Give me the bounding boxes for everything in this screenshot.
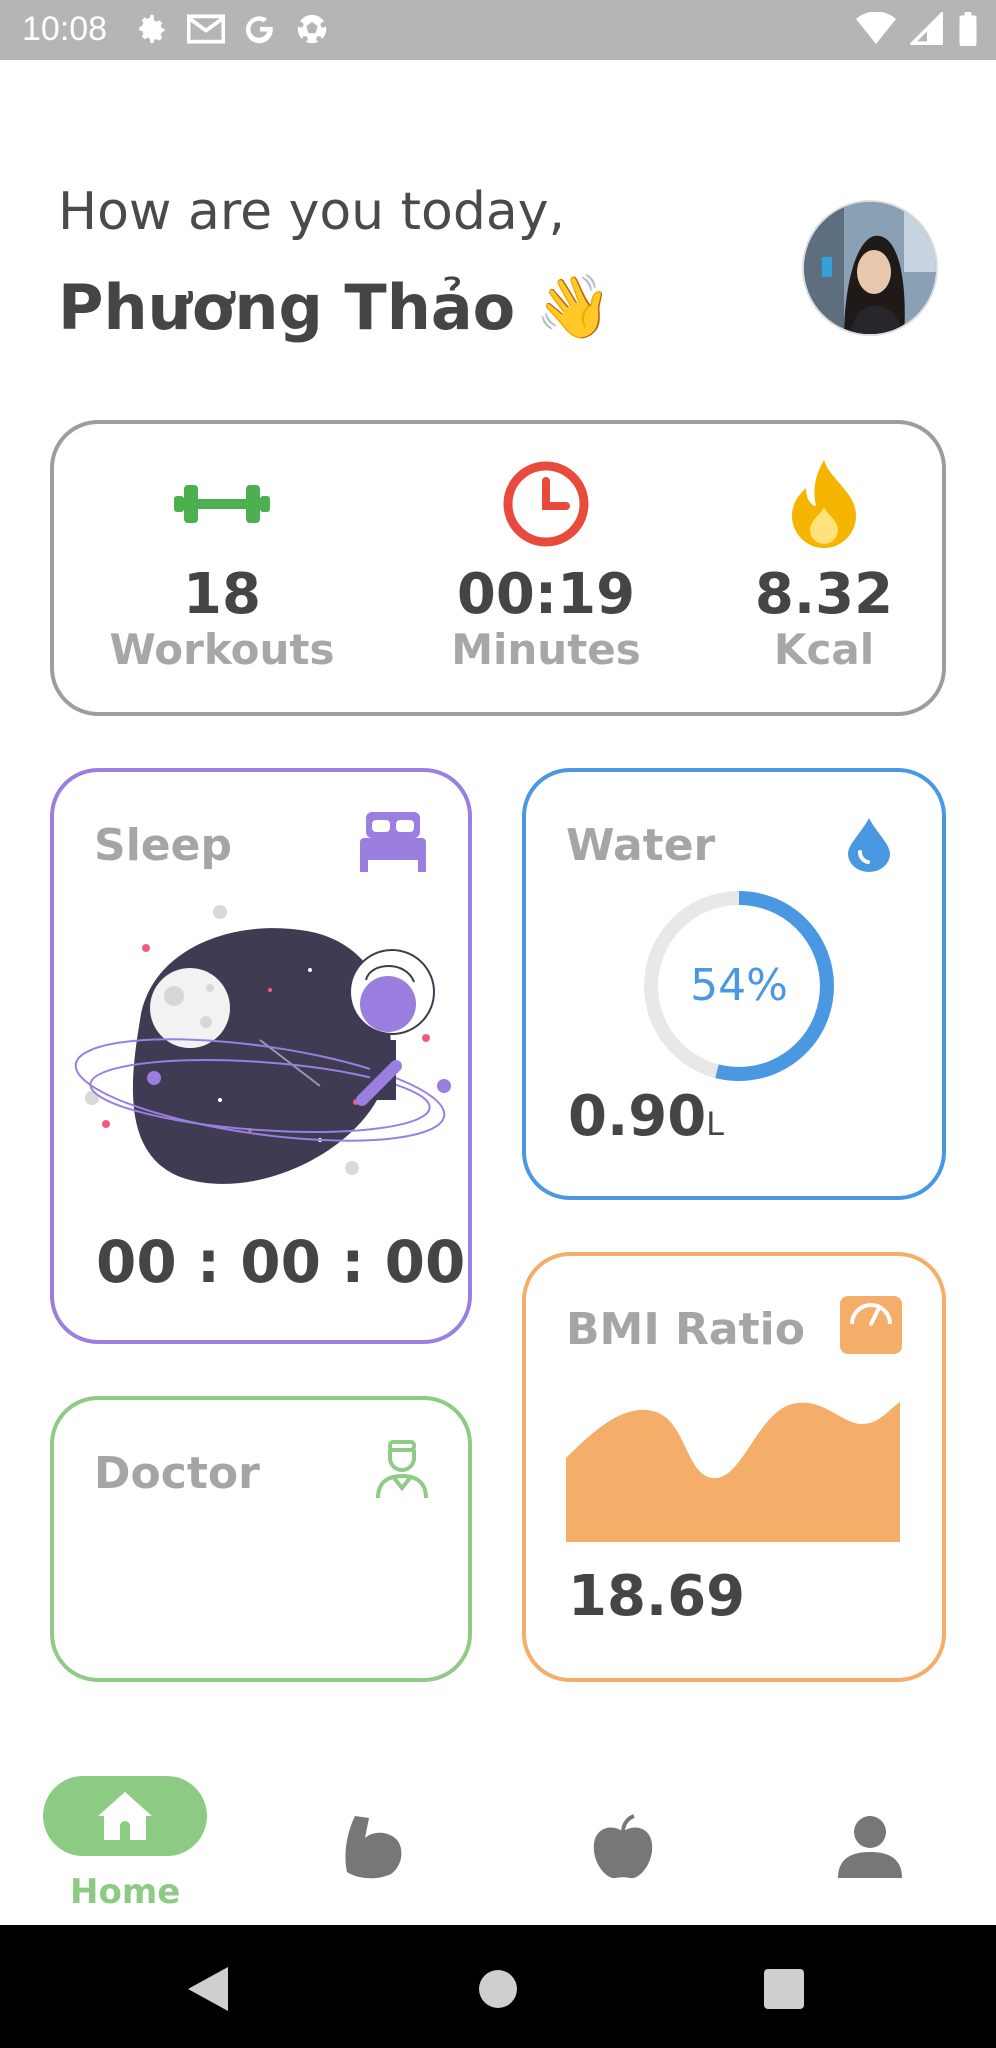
system-navigation-bar (0, 1925, 996, 2048)
clock-icon (503, 461, 589, 547)
nav-workout[interactable] (273, 1756, 473, 1924)
status-bar: 10:08 (0, 0, 996, 60)
bottom-navigation: Home (0, 1756, 996, 1924)
status-notification-icons (135, 12, 329, 46)
minutes-label: Minutes (451, 625, 641, 674)
water-card-title: Water (566, 820, 716, 871)
bmi-value: 18.69 (568, 1564, 746, 1629)
sleep-card-title: Sleep (94, 820, 232, 871)
status-system-icons (856, 12, 978, 46)
wifi-icon (856, 12, 896, 44)
sleep-card[interactable]: Sleep 00 : 00: 00 (50, 768, 472, 1344)
doctor-card-title: Doctor (94, 1448, 260, 1499)
kcal-stat: 8.32 Kcal (694, 454, 954, 674)
workouts-stat: 18 Workouts (92, 454, 352, 674)
water-amount: 0.90L (568, 1084, 724, 1149)
sleep-illustration (74, 905, 451, 1184)
water-amount-value: 0.90 (568, 1084, 707, 1149)
waving-hand-icon: 👋 (535, 270, 613, 343)
soccer-ball-icon (297, 14, 327, 44)
avatar-photo (804, 202, 936, 334)
water-card[interactable]: Water 54% 0.90L (522, 768, 946, 1200)
workouts-label: Workouts (109, 625, 335, 674)
water-unit: L (706, 1105, 724, 1143)
nav-profile[interactable] (770, 1756, 970, 1924)
user-name: Phương Thảo (58, 270, 516, 344)
person-icon (838, 1816, 902, 1878)
arm-muscle-icon (345, 1816, 402, 1879)
bmi-card[interactable]: BMI Ratio 18.69 (522, 1252, 946, 1682)
minutes-value: 00:19 (456, 562, 636, 627)
workouts-value: 18 (183, 562, 261, 627)
user-name-heading: Phương Thảo 👋 (58, 270, 612, 344)
battery-icon (959, 12, 977, 46)
home-button-icon[interactable] (478, 1969, 518, 2009)
greeting-text: How are you today, (58, 182, 566, 242)
google-icon (245, 16, 273, 44)
doctor-icon (376, 1440, 428, 1499)
nav-nutrition[interactable] (522, 1756, 722, 1924)
kcal-value: 8.32 (754, 562, 894, 627)
back-icon[interactable] (188, 1967, 228, 2011)
sleep-timer: 00 : 00 : 00 (96, 1228, 466, 1296)
nav-home-label: Home (70, 1872, 181, 1912)
nav-home[interactable]: Home (0, 1756, 207, 1924)
flame-icon (792, 460, 856, 548)
dumbbell-icon (174, 485, 270, 523)
gmail-icon (187, 14, 225, 44)
kcal-label: Kcal (773, 625, 875, 674)
activity-summary-card: 18 Workouts 00:19 Minutes 8.32 Kcal (50, 420, 946, 716)
bed-icon (360, 812, 426, 872)
avatar[interactable] (802, 200, 938, 336)
bmi-area-chart (566, 1402, 900, 1542)
settings-icon (139, 14, 165, 44)
scale-icon (840, 1296, 902, 1354)
signal-icon (910, 12, 943, 45)
recents-icon[interactable] (764, 1969, 804, 2009)
status-time: 10:08 (22, 10, 108, 48)
home-icon (98, 1792, 152, 1840)
apple-icon (593, 1814, 653, 1879)
doctor-card[interactable]: Doctor (50, 1396, 472, 1682)
nav-home-pill[interactable] (43, 1776, 207, 1856)
bmi-card-title: BMI Ratio (566, 1304, 805, 1355)
water-drop-icon (848, 818, 890, 872)
minutes-stat: 00:19 Minutes (416, 454, 676, 674)
water-percent: 54% (690, 960, 788, 1011)
